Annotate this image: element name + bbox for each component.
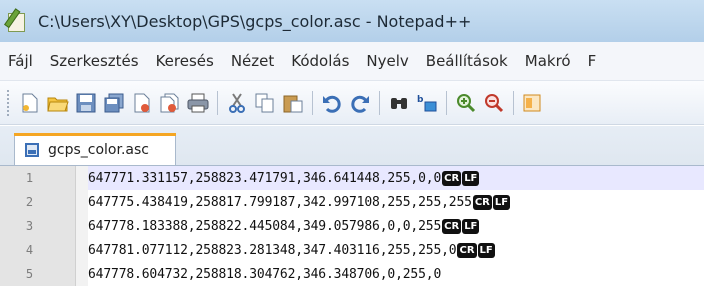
toolbar-separator bbox=[312, 90, 313, 115]
menu-file[interactable]: Fájl bbox=[8, 52, 33, 70]
line-text: 647771.331157,258823.471791,346.641448,2… bbox=[88, 170, 442, 186]
fold-margin bbox=[76, 166, 88, 190]
line-number: 1 bbox=[0, 166, 76, 190]
window-title: C:\Users\XY\Desktop\GPS\gcps_color.asc -… bbox=[38, 11, 472, 31]
line-text: 647775.438419,258817.799187,342.997108,2… bbox=[88, 194, 472, 210]
save-icon[interactable] bbox=[75, 92, 97, 114]
toolbar-separator bbox=[379, 90, 380, 115]
zoom-out-icon[interactable] bbox=[483, 92, 505, 114]
redo-icon[interactable] bbox=[349, 92, 371, 114]
line-number: 2 bbox=[0, 190, 76, 214]
title-bar: C:\Users\XY\Desktop\GPS\gcps_color.asc -… bbox=[0, 0, 704, 42]
menu-settings[interactable]: Beállítások bbox=[426, 52, 508, 70]
tab-label: gcps_color.asc bbox=[48, 141, 149, 158]
editor-line[interactable]: 1 647771.331157,258823.471791,346.641448… bbox=[0, 166, 704, 190]
menu-encoding[interactable]: Kódolás bbox=[291, 52, 349, 70]
eol-lf-marker: LF bbox=[477, 242, 495, 258]
fold-margin bbox=[76, 262, 88, 286]
undo-icon[interactable] bbox=[321, 92, 343, 114]
menu-view[interactable]: Nézet bbox=[231, 52, 274, 70]
cut-icon[interactable] bbox=[226, 92, 248, 114]
menu-edit[interactable]: Szerkesztés bbox=[50, 52, 139, 70]
line-text: 647778.183388,258822.445084,349.057986,0… bbox=[88, 218, 442, 234]
notepad-plus-plus-icon bbox=[4, 8, 28, 32]
editor-line[interactable]: 5 647778.604732,258818.304762,346.348706… bbox=[0, 262, 704, 286]
eol-lf-marker: LF bbox=[462, 170, 480, 186]
tab-bar: gcps_color.asc bbox=[0, 126, 704, 165]
line-number: 5 bbox=[0, 262, 76, 286]
menu-bar: Fájl Szerkesztés Keresés Nézet Kódolás N… bbox=[0, 42, 704, 81]
eol-lf-marker: LF bbox=[462, 218, 480, 234]
menu-language[interactable]: Nyelv bbox=[366, 52, 408, 70]
close-all-icon[interactable] bbox=[159, 92, 181, 114]
eol-lf-marker: LF bbox=[492, 194, 511, 210]
eol-cr-marker: CR bbox=[457, 242, 477, 258]
toolbar-separator bbox=[217, 90, 218, 115]
menu-search[interactable]: Keresés bbox=[156, 52, 214, 70]
saved-file-icon bbox=[25, 142, 39, 157]
paste-icon[interactable] bbox=[282, 92, 304, 114]
replace-icon[interactable]: b bbox=[416, 92, 438, 114]
zoom-in-icon[interactable] bbox=[455, 92, 477, 114]
line-number: 4 bbox=[0, 238, 76, 262]
line-number: 3 bbox=[0, 214, 76, 238]
editor-line[interactable]: 3 647778.183388,258822.445084,349.057986… bbox=[0, 214, 704, 238]
line-text: 647778.604732,258818.304762,346.348706,0… bbox=[88, 266, 442, 282]
copy-icon[interactable] bbox=[254, 92, 276, 114]
editor-line[interactable]: 4 647781.077112,258823.281348,347.403116… bbox=[0, 238, 704, 262]
text-editor[interactable]: 1 647771.331157,258823.471791,346.641448… bbox=[0, 165, 704, 294]
open-file-icon[interactable] bbox=[47, 92, 69, 114]
find-icon[interactable] bbox=[388, 92, 410, 114]
fold-margin bbox=[76, 238, 88, 262]
menu-macro[interactable]: Makró bbox=[525, 52, 571, 70]
eol-cr-marker: CR bbox=[472, 194, 492, 210]
sync-scroll-icon[interactable] bbox=[522, 92, 544, 114]
eol-cr-marker: CR bbox=[442, 170, 462, 186]
eol-cr-marker: CR bbox=[442, 218, 462, 234]
tab-gcps-color[interactable]: gcps_color.asc bbox=[14, 133, 176, 165]
toolbar: b bbox=[0, 81, 704, 125]
toolbar-separator bbox=[446, 90, 447, 115]
toolbar-grip[interactable] bbox=[6, 88, 10, 117]
print-icon[interactable] bbox=[187, 92, 209, 114]
save-all-icon[interactable] bbox=[103, 92, 125, 114]
fold-margin bbox=[76, 190, 88, 214]
fold-margin bbox=[76, 214, 88, 238]
line-text: 647781.077112,258823.281348,347.403116,2… bbox=[88, 242, 457, 258]
editor-line[interactable]: 2 647775.438419,258817.799187,342.997108… bbox=[0, 190, 704, 214]
toolbar-separator bbox=[513, 90, 514, 115]
svg-text:b: b bbox=[417, 95, 424, 105]
close-file-icon[interactable] bbox=[131, 92, 153, 114]
new-file-icon[interactable] bbox=[19, 92, 41, 114]
menu-run-partial[interactable]: F bbox=[588, 52, 597, 70]
